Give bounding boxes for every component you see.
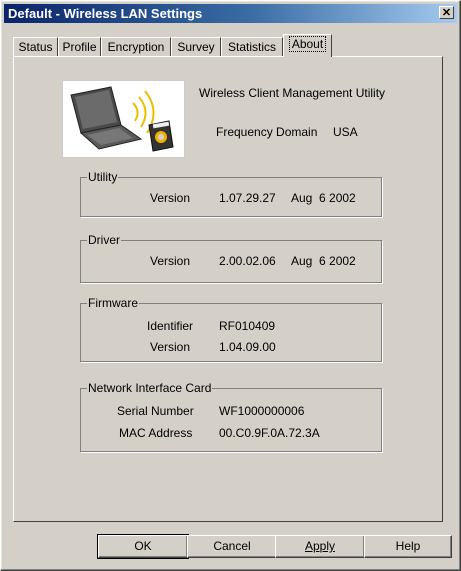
laptop-wireless-logo [62,80,185,158]
utility-legend: Utility [88,170,118,184]
tab-statistics[interactable]: Statistics [221,37,283,56]
utility-version-value: 1.07.29.27 [219,191,276,205]
close-icon: ✕ [441,7,452,19]
nic-legend: Network Interface Card [88,381,212,395]
firmware-legend: Firmware [88,296,138,310]
tab-status[interactable]: Status [13,37,58,56]
cancel-button[interactable]: Cancel [187,535,277,558]
driver-version-label: Version [150,254,191,268]
tab-profile[interactable]: Profile [58,37,101,56]
window-title: Default - Wireless LAN Settings [8,6,203,21]
frequency-domain-label: Frequency Domain [216,125,318,139]
tab-encryption[interactable]: Encryption [101,37,171,56]
close-button[interactable]: ✕ [439,6,454,19]
utility-date-value: Aug 6 2002 [291,191,356,205]
nic-serial-label: Serial Number [117,404,194,418]
nic-serial-value: WF1000000006 [219,404,305,418]
app-name: Wireless Client Management Utility [199,86,386,100]
driver-date-value: Aug 6 2002 [291,254,356,268]
driver-legend: Driver [88,233,120,247]
firmware-identifier-value: RF010409 [219,319,276,333]
firmware-identifier-label: Identifier [147,319,194,333]
frequency-domain-value: USA [333,125,358,139]
title-bar[interactable]: Default - Wireless LAN Settings ✕ [4,4,457,23]
apply-button[interactable]: Apply [275,535,365,558]
driver-version-value: 2.00.02.06 [219,254,276,268]
firmware-version-value: 1.04.09.00 [219,340,276,354]
firmware-version-label: Version [150,340,191,354]
tab-survey[interactable]: Survey [171,37,221,56]
utility-version-label: Version [150,191,191,205]
ok-button[interactable]: OK [97,534,189,559]
nic-mac-value: 00.C0.9F.0A.72.3A [219,426,320,440]
nic-mac-label: MAC Address [119,426,193,440]
help-button[interactable]: Help [364,535,452,558]
tab-about[interactable]: About [283,34,332,57]
